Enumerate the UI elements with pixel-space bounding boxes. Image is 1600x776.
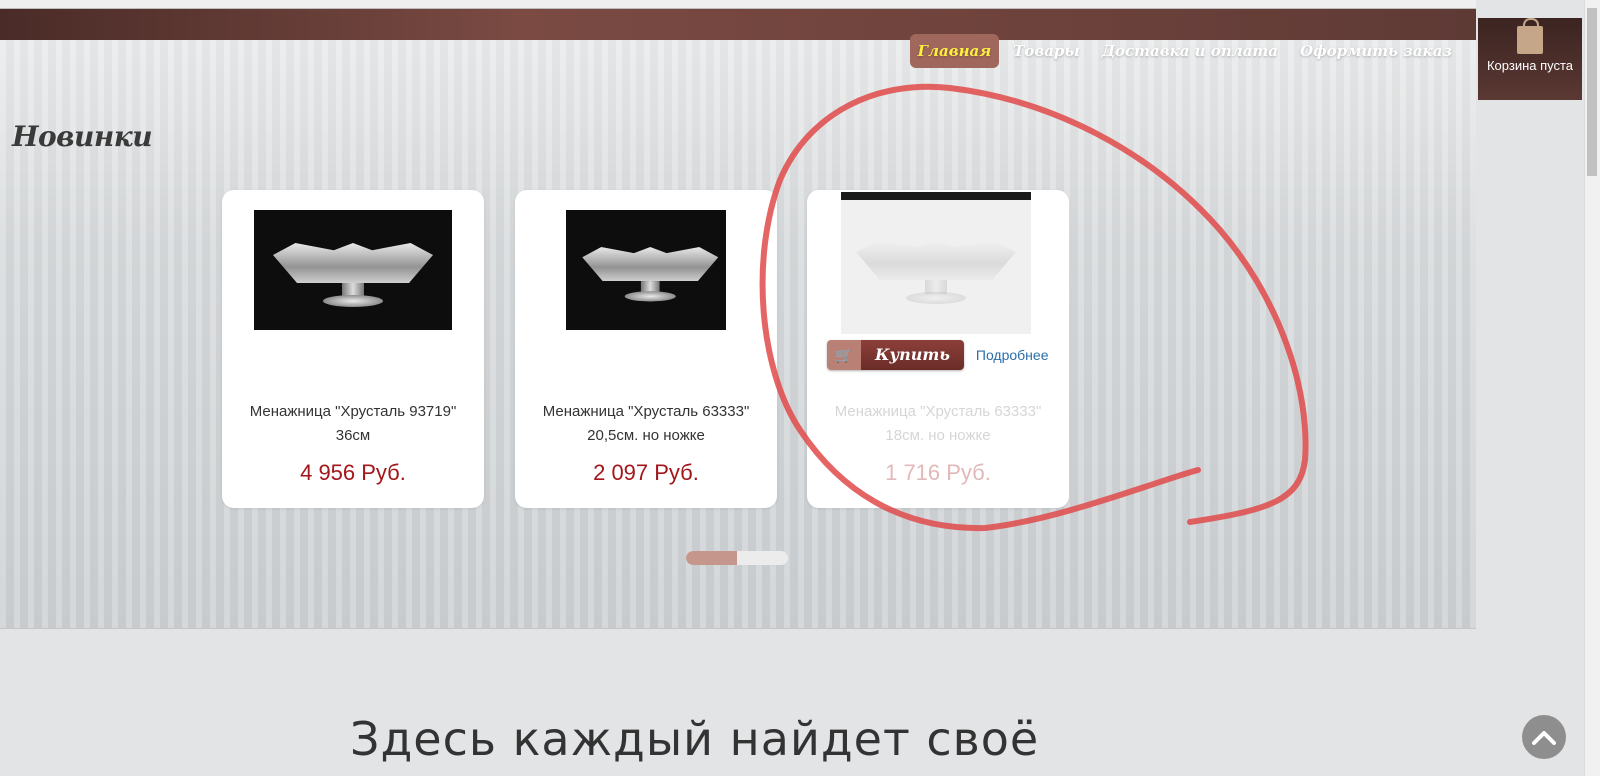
tagline-heading: Здесь каждый найдет своё (350, 712, 1040, 766)
scroll-to-top-button[interactable] (1522, 715, 1566, 759)
chevron-up-icon (1532, 731, 1556, 745)
product-price: 2 097 Руб. (593, 460, 699, 485)
crystal-dish-image (578, 232, 719, 309)
product-name[interactable]: Менажница "Хрусталь 63333" 18см. но ножк… (821, 400, 1055, 448)
product-card[interactable]: Менажница "Хрусталь 63333" 20,5см. но но… (515, 190, 777, 508)
carousel-pager[interactable] (686, 551, 788, 565)
cart-widget[interactable]: Корзина пуста (1478, 18, 1582, 100)
product-price: 4 956 Руб. (300, 460, 406, 485)
nav-item-checkout[interactable]: Оформить заказ (1292, 34, 1460, 68)
browser-bookmark-strip (0, 0, 1476, 9)
product-image[interactable] (841, 192, 1031, 334)
product-card[interactable]: Менажница "Хрусталь 93719" 36см 4 956 Ру… (222, 190, 484, 508)
product-card-hovered[interactable]: 🛒 Купить Подробнее Менажница "Хрусталь 6… (807, 190, 1069, 508)
scrollbar-thumb[interactable] (1587, 8, 1597, 176)
cart-icon: 🛒 (827, 340, 861, 370)
crystal-dish-image (268, 225, 438, 315)
nav-item-home[interactable]: Главная (909, 34, 1000, 68)
product-price: 1 716 Руб. (885, 460, 991, 485)
nav-item-delivery[interactable]: Доставка и оплата (1094, 34, 1286, 68)
product-image[interactable] (566, 210, 726, 330)
buy-button-label: Купить (861, 340, 964, 370)
section-title: Новинки (12, 120, 153, 153)
crystal-dish-image (851, 222, 1021, 312)
section-divider (0, 628, 1476, 629)
product-name[interactable]: Менажница "Хрусталь 63333" 20,5см. но но… (529, 400, 763, 448)
product-image[interactable] (254, 210, 452, 330)
shopping-bag-icon (1517, 18, 1543, 54)
main-nav: Главная Товары Доставка и оплата Оформит… (909, 34, 1460, 68)
cart-status-label: Корзина пуста (1486, 58, 1574, 73)
details-link[interactable]: Подробнее (976, 347, 1049, 363)
buy-button[interactable]: 🛒 Купить (827, 340, 964, 370)
product-actions: 🛒 Купить Подробнее (827, 340, 1048, 370)
nav-item-products[interactable]: Товары (1005, 34, 1088, 68)
product-name[interactable]: Менажница "Хрусталь 93719" 36см (236, 400, 470, 448)
carousel-pager-active[interactable] (686, 551, 737, 565)
